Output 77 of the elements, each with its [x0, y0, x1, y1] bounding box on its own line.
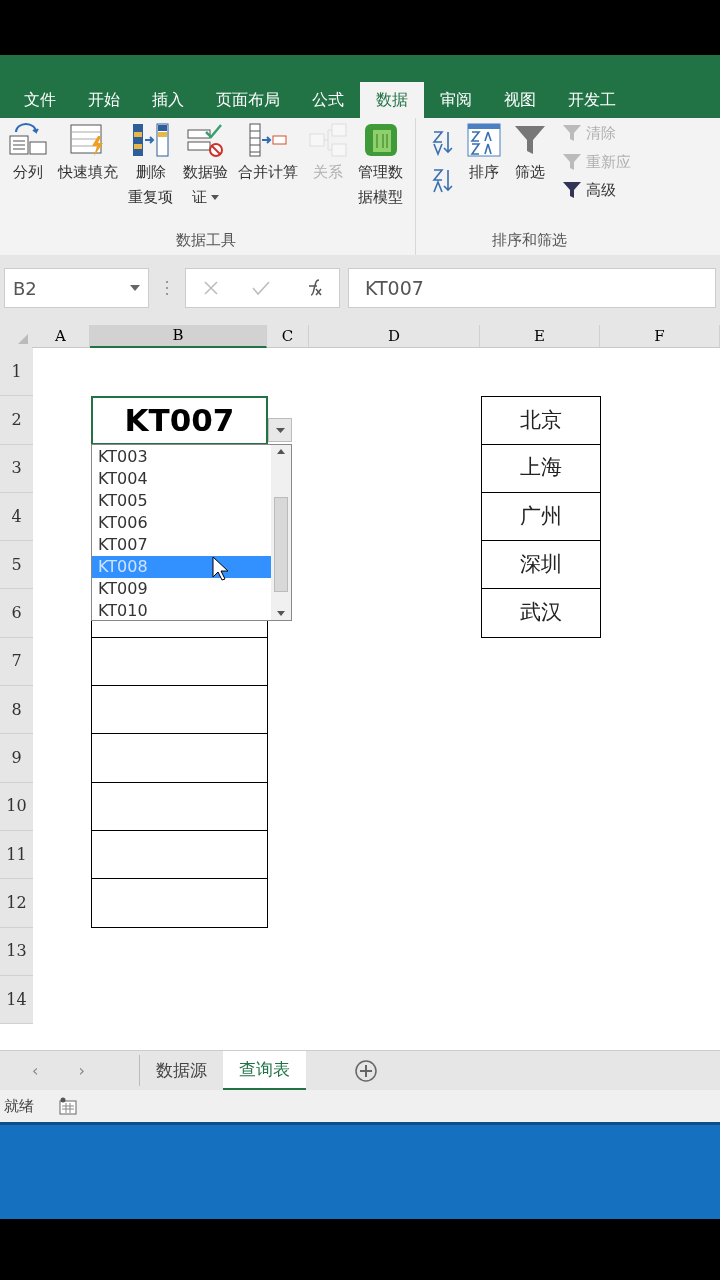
ribbon-tab[interactable]: 页面布局 [200, 82, 296, 118]
scroll-up-icon[interactable] [277, 449, 285, 454]
row-header[interactable]: 6 [0, 589, 33, 638]
funnel-icon [562, 123, 582, 144]
dropdown-option[interactable]: KT004 [92, 468, 271, 490]
ribbon-tab[interactable]: 数据 [360, 82, 424, 118]
row-header[interactable]: 10 [0, 782, 33, 831]
ribbon-button[interactable]: 删除 重复项 [124, 118, 177, 208]
scrollbar[interactable] [271, 445, 291, 620]
row-header[interactable]: 14 [0, 975, 33, 1025]
row-header[interactable]: 7 [0, 637, 33, 687]
check-icon[interactable] [251, 280, 270, 296]
sheet-tab[interactable]: 查询表 [223, 1051, 306, 1090]
consolidate-icon [248, 122, 288, 158]
caret-icon [275, 427, 285, 433]
macro-record-icon[interactable] [58, 1097, 78, 1115]
table-cell[interactable] [91, 782, 268, 831]
funnel-icon [562, 180, 582, 201]
table-cell[interactable] [91, 830, 268, 880]
table-cell[interactable]: 武汉 [481, 589, 601, 638]
ribbon-button[interactable]: 筛选 [508, 118, 552, 202]
dropdown-arrow-button[interactable] [268, 418, 292, 442]
caret-icon [130, 285, 140, 291]
table-cell[interactable]: 广州 [481, 492, 601, 542]
ribbon-tab[interactable]: 插入 [136, 82, 200, 118]
plus-icon [354, 1058, 378, 1083]
row-header[interactable]: 8 [0, 686, 33, 735]
row-header[interactable]: 2 [0, 396, 33, 445]
table-cell[interactable]: 北京 [481, 396, 601, 445]
ribbon-button[interactable]: 数据验 证 [179, 118, 232, 208]
data-validation-icon [185, 122, 226, 158]
row-header[interactable]: 1 [0, 348, 33, 397]
row-header[interactable]: 3 [0, 444, 33, 493]
table-cell[interactable] [91, 637, 268, 687]
table-cell[interactable]: 深圳 [481, 541, 601, 590]
remove-duplicates-icon [130, 122, 171, 158]
group-label: 排序和筛选 [492, 229, 567, 251]
name-box[interactable]: B2 [4, 268, 149, 308]
grip-icon [165, 280, 169, 296]
table-cell[interactable] [91, 686, 268, 735]
dropdown-option[interactable]: KT003 [92, 446, 271, 468]
row-header[interactable]: 9 [0, 734, 33, 783]
ribbon-tab[interactable]: 文件 [8, 82, 72, 118]
status-text: 就绪 [4, 1095, 34, 1117]
dropdown-option[interactable]: KT005 [92, 490, 271, 512]
dropdown-option[interactable]: KT007 [92, 534, 271, 556]
ribbon-button[interactable]: 分列 [4, 118, 52, 208]
split-columns-icon [8, 122, 48, 158]
ribbon-button[interactable]: 排序 [462, 118, 506, 202]
table-cell[interactable]: 上海 [481, 444, 601, 493]
row-header[interactable]: 11 [0, 830, 33, 880]
ribbon-tab[interactable]: 视图 [488, 82, 552, 118]
group-label: 数据工具 [175, 229, 236, 251]
formula-field[interactable]: KT007 [348, 268, 716, 308]
ribbon-button[interactable]: 快速填充 [54, 118, 122, 208]
row-header[interactable]: 12 [0, 879, 33, 928]
ribbon-button[interactable]: 合并计算 [234, 118, 302, 208]
funnel-icon [562, 151, 582, 172]
scroll-down-icon[interactable] [277, 611, 285, 616]
ribbon-button[interactable]: 管理数 据模型 [354, 118, 407, 208]
caret-icon [211, 195, 219, 200]
table-cell[interactable] [91, 734, 268, 783]
sheet-tab[interactable]: 数据源 [140, 1051, 223, 1090]
dropdown-option[interactable]: KT006 [92, 512, 271, 534]
row-header[interactable]: 5 [0, 541, 33, 590]
filter-option-button[interactable]: 高级 [562, 179, 631, 202]
column-header[interactable]: B [90, 325, 267, 348]
add-sheet-button[interactable] [354, 1058, 378, 1083]
ribbon-tab[interactable]: 公式 [296, 82, 360, 118]
ribbon-tab[interactable]: 开始 [72, 82, 136, 118]
ribbon-tab[interactable]: 开发工 [552, 82, 632, 118]
table-cell[interactable] [91, 879, 268, 928]
dropdown-option[interactable]: KT010 [92, 600, 271, 622]
dropdown-option[interactable]: KT009 [92, 578, 271, 600]
row-header[interactable]: 4 [0, 492, 33, 542]
ribbon-tab[interactable]: 审阅 [424, 82, 488, 118]
row-header[interactable]: 13 [0, 927, 33, 976]
